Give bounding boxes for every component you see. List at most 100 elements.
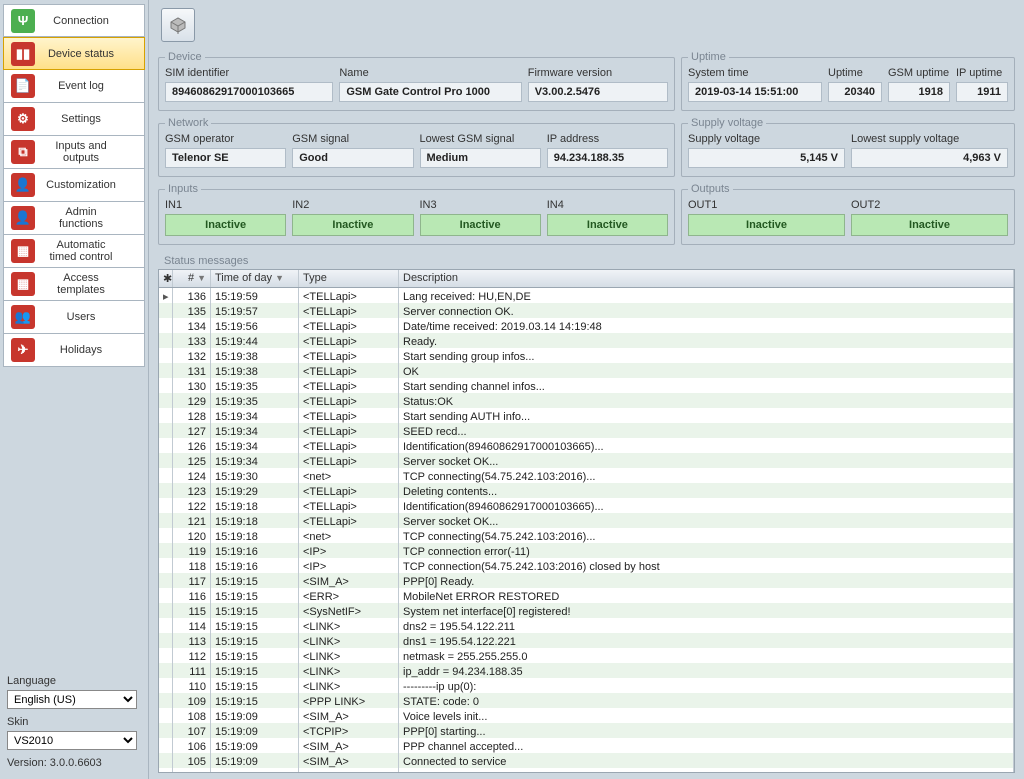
table-row[interactable]: 12515:19:34<TELLapi>Server socket OK... (159, 453, 1014, 468)
gsm-uptime-label: GSM uptime (888, 67, 950, 79)
skin-select[interactable]: VS2010 (7, 731, 137, 750)
fw-label: Firmware version (528, 67, 668, 79)
in4-value: Inactive (547, 214, 668, 236)
table-row[interactable]: 11415:19:15<LINK>dns2 = 195.54.122.211 (159, 618, 1014, 633)
table-row[interactable]: 10615:19:09<SIM_A>PPP channel accepted..… (159, 738, 1014, 753)
in2-value: Inactive (292, 214, 413, 236)
table-row[interactable]: 10515:19:09<SIM_A>Connected to service (159, 753, 1014, 768)
grid-header[interactable]: ✱ #▼ Time of day▼ Type Description (159, 270, 1014, 288)
row-time: 15:19:16 (211, 558, 299, 573)
row-type: <TELLapi> (299, 483, 399, 498)
table-row[interactable]: 10715:19:09<TCPIP>PPP[0] starting... (159, 723, 1014, 738)
sidebar-item-automatic-timed-control[interactable]: ▦Automatic timed control (3, 235, 145, 268)
row-desc: ip_addr = 94.234.188.35 (399, 663, 1014, 678)
row-type: <TELLapi> (299, 423, 399, 438)
table-row[interactable]: 13115:19:38<TELLapi>OK (159, 363, 1014, 378)
sidebar-item-access-templates[interactable]: ▦Access templates (3, 268, 145, 301)
row-type: <LINK> (299, 648, 399, 663)
table-row[interactable]: 11615:19:15<ERR>MobileNet ERROR RESTORED (159, 588, 1014, 603)
table-row[interactable]: 10915:19:15<PPP LINK>STATE: code: 0 (159, 693, 1014, 708)
row-desc: TCP connecting(54.75.242.103:2016)... (399, 528, 1014, 543)
sidebar-item-settings[interactable]: ⚙Settings (3, 103, 145, 136)
table-row[interactable]: 10415:19:09<SIM_A>Dialing... (159, 768, 1014, 773)
row-indicator (159, 468, 173, 483)
table-row[interactable]: 11715:19:15<SIM_A>PPP[0] Ready. (159, 573, 1014, 588)
table-row[interactable]: 13515:19:57<TELLapi>Server connection OK… (159, 303, 1014, 318)
sidebar-item-device-status[interactable]: ▮▮Device status (3, 37, 145, 70)
supply-fieldset: Supply voltage Supply voltage 5,145 V Lo… (681, 117, 1015, 177)
table-row[interactable]: 11915:19:16<IP>TCP connection error(-11) (159, 543, 1014, 558)
device-tag-icon[interactable] (161, 8, 195, 42)
out1-value: Inactive (688, 214, 845, 236)
row-indicator (159, 663, 173, 678)
row-type: <TELLapi> (299, 498, 399, 513)
table-row[interactable]: 12115:19:18<TELLapi>Server socket OK... (159, 513, 1014, 528)
row-indicator (159, 483, 173, 498)
table-row[interactable]: 12715:19:34<TELLapi>SEED recd... (159, 423, 1014, 438)
table-row[interactable]: 11515:19:15<SysNetIF>System net interfac… (159, 603, 1014, 618)
network-legend: Network (165, 117, 211, 129)
table-row[interactable]: 12915:19:35<TELLapi>Status:OK (159, 393, 1014, 408)
row-num: 114 (173, 618, 211, 633)
row-desc: Identification(89460862917000103665)... (399, 498, 1014, 513)
sidebar-item-inputs-and-outputs[interactable]: ⧉Inputs and outputs (3, 136, 145, 169)
row-desc: SEED recd... (399, 423, 1014, 438)
operator-label: GSM operator (165, 133, 286, 145)
table-row[interactable]: 12015:19:18<net>TCP connecting(54.75.242… (159, 528, 1014, 543)
table-row[interactable]: 12415:19:30<net>TCP connecting(54.75.242… (159, 468, 1014, 483)
row-indicator (159, 573, 173, 588)
row-time: 15:19:56 (211, 318, 299, 333)
row-desc: TCP connecting(54.75.242.103:2016)... (399, 468, 1014, 483)
table-row[interactable]: 12615:19:34<TELLapi>Identification(89460… (159, 438, 1014, 453)
row-time: 15:19:34 (211, 453, 299, 468)
sidebar-item-customization[interactable]: 👤Customization (3, 169, 145, 202)
row-indicator (159, 303, 173, 318)
row-type: <LINK> (299, 663, 399, 678)
sidebar-item-users[interactable]: 👥Users (3, 301, 145, 334)
row-time: 15:19:30 (211, 468, 299, 483)
table-row[interactable]: 13315:19:44<TELLapi>Ready. (159, 333, 1014, 348)
row-time: 15:19:18 (211, 498, 299, 513)
status-grid[interactable]: ✱ #▼ Time of day▼ Type Description ▸1361… (158, 269, 1015, 773)
sidebar-item-admin-functions[interactable]: 👤Admin functions (3, 202, 145, 235)
row-desc: Ready. (399, 333, 1014, 348)
table-row[interactable]: 13415:19:56<TELLapi>Date/time received: … (159, 318, 1014, 333)
sidebar-item-holidays[interactable]: ✈Holidays (3, 334, 145, 367)
sidebar-item-connection[interactable]: ΨConnection (3, 4, 145, 37)
table-row[interactable]: 12315:19:29<TELLapi>Deleting contents... (159, 483, 1014, 498)
table-row[interactable]: 13015:19:35<TELLapi>Start sending channe… (159, 378, 1014, 393)
table-row[interactable]: 11315:19:15<LINK>dns1 = 195.54.122.221 (159, 633, 1014, 648)
out1-label: OUT1 (688, 199, 845, 211)
row-time: 15:19:15 (211, 633, 299, 648)
table-row[interactable]: ▸13615:19:59<TELLapi>Lang received: HU,E… (159, 288, 1014, 303)
row-indicator (159, 333, 173, 348)
table-row[interactable]: 12815:19:34<TELLapi>Start sending AUTH i… (159, 408, 1014, 423)
col-time[interactable]: Time of day▼ (211, 270, 299, 287)
table-row[interactable]: 11115:19:15<LINK>ip_addr = 94.234.188.35 (159, 663, 1014, 678)
table-row[interactable]: 11815:19:16<IP>TCP connection(54.75.242.… (159, 558, 1014, 573)
table-row[interactable]: 12215:19:18<TELLapi>Identification(89460… (159, 498, 1014, 513)
user-gear-icon: 👤 (11, 173, 35, 197)
col-num[interactable]: #▼ (173, 270, 211, 287)
row-desc: Server socket OK... (399, 453, 1014, 468)
name-value: GSM Gate Control Pro 1000 (339, 82, 521, 102)
row-num: 121 (173, 513, 211, 528)
table-row[interactable]: 11215:19:15<LINK>netmask = 255.255.255.0 (159, 648, 1014, 663)
inputs-fieldset: Inputs IN1 Inactive IN2 Inactive IN3 Ina… (158, 183, 675, 245)
language-select[interactable]: English (US) (7, 690, 137, 709)
col-marker[interactable]: ✱ (159, 270, 173, 287)
sidebar-item-event-log[interactable]: 📄Event log (3, 70, 145, 103)
row-type: <IP> (299, 558, 399, 573)
table-row[interactable]: 13215:19:38<TELLapi>Start sending group … (159, 348, 1014, 363)
row-time: 15:19:15 (211, 588, 299, 603)
row-desc: Status:OK (399, 393, 1014, 408)
table-row[interactable]: 11015:19:15<LINK>---------ip up(0): (159, 678, 1014, 693)
table-row[interactable]: 10815:19:09<SIM_A>Voice levels init... (159, 708, 1014, 723)
col-type[interactable]: Type (299, 270, 399, 287)
col-desc[interactable]: Description (399, 270, 1014, 287)
language-label: Language (7, 675, 141, 687)
row-type: <net> (299, 528, 399, 543)
ip-uptime-label: IP uptime (956, 67, 1008, 79)
sim-value: 89460862917000103665 (165, 82, 333, 102)
row-time: 15:19:38 (211, 348, 299, 363)
